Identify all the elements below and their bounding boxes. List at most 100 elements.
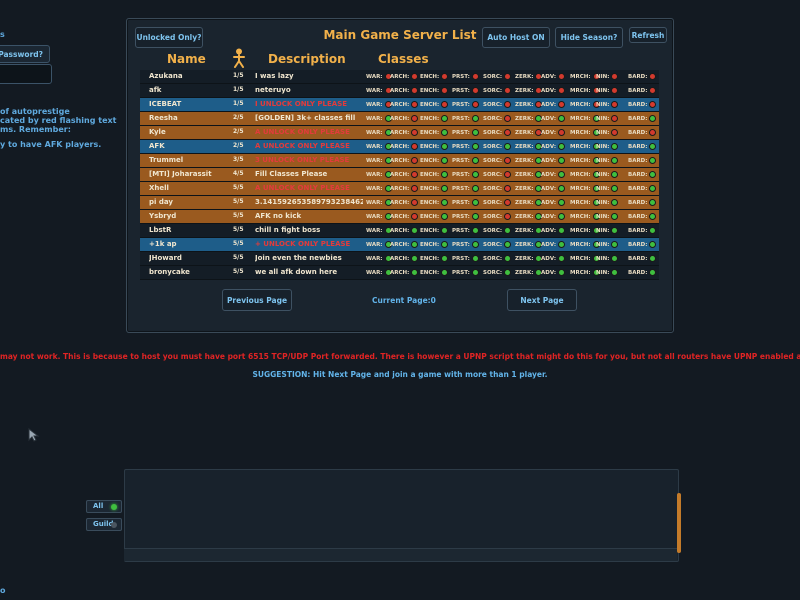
class-status: WAR: [366, 241, 392, 248]
class-status: ADV: [541, 171, 566, 178]
class-open-icon [611, 227, 619, 234]
class-label: ZERK: [515, 158, 534, 164]
class-status: WAR: [366, 213, 392, 220]
class-status: PRST: [452, 241, 479, 248]
class-label: BARD: [628, 242, 648, 248]
class-open-icon [558, 199, 566, 206]
class-status: ZERK: [515, 171, 543, 178]
class-open-icon [558, 255, 566, 262]
server-row[interactable]: +1k ap 5/5 + UNLOCK ONLY PLEASE WAR: ARCH: EN… [140, 238, 659, 252]
server-description: + UNLOCK ONLY PLEASE [255, 240, 351, 248]
class-status: ZERK: [515, 241, 543, 248]
class-open-icon [611, 171, 619, 178]
class-taken-icon [504, 73, 512, 80]
afk-note: y to have AFK players. [0, 140, 102, 149]
next-page-button[interactable]: Next Page [507, 289, 577, 311]
server-row[interactable]: ICEBEAT 1/5 I UNLOCK ONLY PLEASE WAR: ARCH: E… [140, 98, 659, 112]
class-label: PRST: [452, 242, 470, 248]
class-open-icon [504, 241, 512, 248]
server-row[interactable]: Azukana 1/5 I was lazy WAR: ARCH: ENCH: PRST: S… [140, 70, 659, 84]
class-open-icon [504, 269, 512, 276]
auto-host-button[interactable]: Auto Host ON [482, 27, 550, 48]
class-status-group: WAR: ARCH: ENCH: PRST: SORC: ZERK: ADV: MRCH: NI… [366, 185, 657, 193]
class-taken-icon [611, 87, 619, 94]
class-label: ADV: [541, 228, 557, 234]
class-status: NIN: [596, 101, 619, 108]
class-label: ZERK: [515, 242, 534, 248]
class-status: ZERK: [515, 73, 543, 80]
class-open-icon [611, 255, 619, 262]
server-row[interactable]: [MTI] Joharassit 4/5 Fill Classes Please WA… [140, 168, 659, 182]
class-open-icon [611, 213, 619, 220]
chat-input[interactable] [124, 548, 677, 561]
class-taken-icon [411, 73, 419, 80]
class-label: MRCH: [570, 200, 591, 206]
class-label: ENCH: [420, 102, 440, 108]
class-status: WAR: [366, 171, 392, 178]
class-status: ADV: [541, 185, 566, 192]
server-name: Ysbryd [149, 212, 177, 220]
class-label: WAR: [366, 88, 383, 94]
class-status: NIN: [596, 157, 619, 164]
class-label: SORC: [483, 116, 503, 122]
chat-tab-guild[interactable]: Guild [86, 518, 122, 531]
class-label: ADV: [541, 74, 557, 80]
class-status: BARD: [628, 199, 657, 206]
class-status: BARD: [628, 227, 657, 234]
class-status: SORC: [483, 269, 512, 276]
server-row[interactable]: JHoward 5/5 Join even the newbies WAR: ARCH:… [140, 252, 659, 266]
hide-season-button[interactable]: Hide Season? [555, 27, 623, 48]
class-label: NIN: [596, 186, 610, 192]
server-row[interactable]: Reesha 2/5 [GOLDEN] 3k+ classes fill WAR: AR… [140, 112, 659, 126]
player-count: 5/5 [233, 184, 244, 191]
server-row[interactable]: bronycake 5/5 we all afk down here WAR: ARCH… [140, 266, 659, 280]
class-open-icon [649, 241, 657, 248]
chat-tab-all[interactable]: All [86, 500, 122, 513]
class-label: PRST: [452, 172, 470, 178]
class-status-group: WAR: ARCH: ENCH: PRST: SORC: ZERK: ADV: MRCH: NI… [366, 213, 657, 221]
class-status: NIN: [596, 213, 619, 220]
class-status: ARCH: [390, 213, 419, 220]
class-status: ARCH: [390, 227, 419, 234]
server-row[interactable]: AFK 2/5 A UNLOCK ONLY PLEASE WAR: ARCH: ENCH:… [140, 140, 659, 154]
server-row[interactable]: afk 1/5 neteruyo WAR: ARCH: ENCH: PRST: SORC: ZE… [140, 84, 659, 98]
class-label: ADV: [541, 256, 557, 262]
class-status: ARCH: [390, 87, 419, 94]
refresh-button[interactable]: Refresh [629, 27, 667, 43]
class-label: BARD: [628, 270, 648, 276]
class-label: ENCH: [420, 144, 440, 150]
server-row[interactable]: LbstR 5/5 chill n fight boss WAR: ARCH: ENCH:… [140, 224, 659, 238]
class-status: SORC: [483, 199, 512, 206]
class-open-icon [441, 255, 449, 262]
server-row[interactable]: pi day 5/5 3.14159265358979323846264 WAR: AR… [140, 196, 659, 210]
class-label: ZERK: [515, 256, 534, 262]
class-open-icon [649, 213, 657, 220]
class-open-icon [441, 213, 449, 220]
class-status: BARD: [628, 115, 657, 122]
previous-page-button[interactable]: Previous Page [222, 289, 292, 311]
server-row[interactable]: Trummel 3/5 3 UNLOCK ONLY PLEASE WAR: ARCH: E… [140, 154, 659, 168]
server-row[interactable]: Kyle 2/5 A UNLOCK ONLY PLEASE WAR: ARCH: ENCH… [140, 126, 659, 140]
class-label: ENCH: [420, 158, 440, 164]
server-description: AFK no kick [255, 212, 302, 220]
password-input[interactable] [0, 64, 52, 84]
class-label: ADV: [541, 172, 557, 178]
class-label: ENCH: [420, 74, 440, 80]
class-label: PRST: [452, 270, 470, 276]
chat-scrollbar[interactable] [677, 493, 681, 553]
class-open-icon [558, 269, 566, 276]
class-label: ADV: [541, 88, 557, 94]
server-row[interactable]: Ysbryd 5/5 AFK no kick WAR: ARCH: ENCH: PRST: S… [140, 210, 659, 224]
class-label: ENCH: [420, 200, 440, 206]
class-open-icon [441, 157, 449, 164]
class-status: BARD: [628, 185, 657, 192]
class-label: SORC: [483, 130, 503, 136]
class-open-icon [558, 213, 566, 220]
class-status: ZERK: [515, 269, 543, 276]
class-label: ADV: [541, 214, 557, 220]
player-count: 2/5 [233, 114, 244, 121]
password-button[interactable]: Password? [0, 45, 50, 63]
class-status: ZERK: [515, 255, 543, 262]
class-open-icon [558, 227, 566, 234]
server-row[interactable]: Xhell 5/5 A UNLOCK ONLY PLEASE WAR: ARCH: ENC… [140, 182, 659, 196]
